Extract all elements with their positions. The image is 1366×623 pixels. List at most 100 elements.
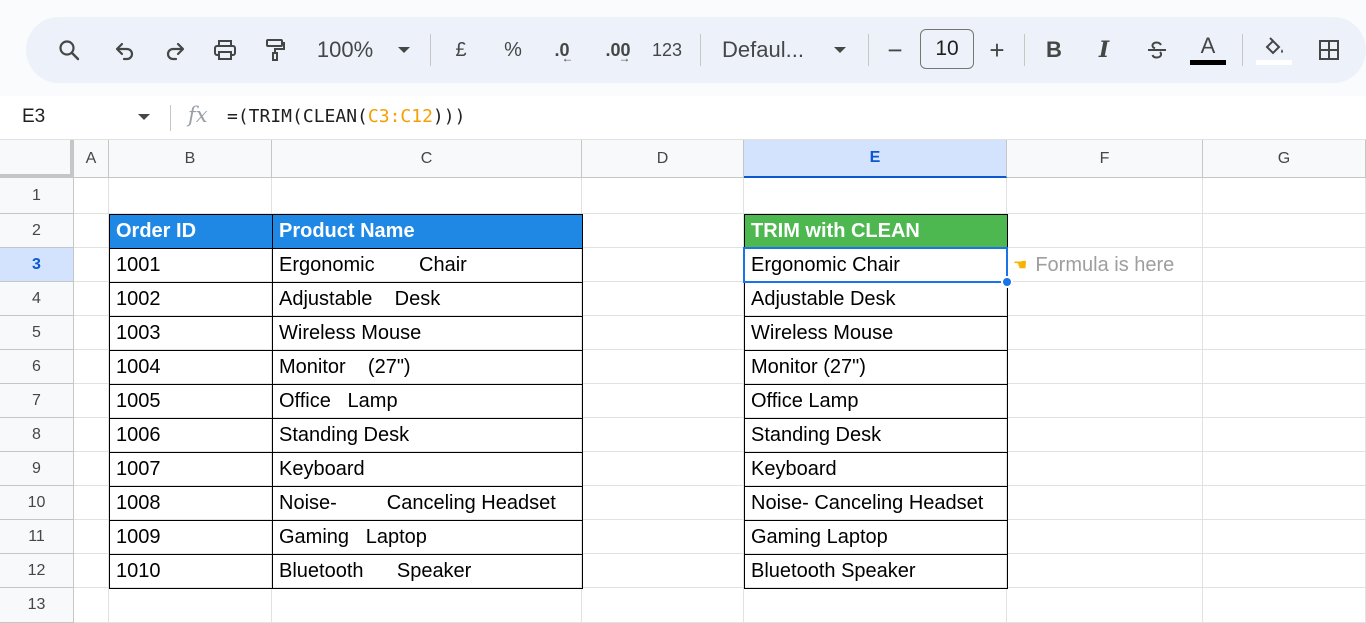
trim-clean-result-cell[interactable]: Adjustable Desk <box>744 282 1008 317</box>
product-name-cell[interactable]: Adjustable Desk <box>272 282 583 317</box>
row-header-6[interactable]: 6 <box>0 350 74 384</box>
order-id-cell[interactable]: 1005 <box>109 384 273 419</box>
product-name-cell[interactable]: Keyboard <box>272 452 583 487</box>
font-size-input[interactable]: 10 <box>920 29 974 69</box>
trim-clean-result-cell[interactable]: Keyboard <box>744 452 1008 487</box>
text-color-button[interactable]: A <box>1188 17 1228 83</box>
row-header-11[interactable]: 11 <box>0 520 74 554</box>
print-icon[interactable] <box>210 17 240 83</box>
trim-clean-result-cell[interactable]: Gaming Laptop <box>744 520 1008 555</box>
row-header-5[interactable]: 5 <box>0 316 74 350</box>
toolbar-divider <box>430 34 431 66</box>
order-id-cell[interactable]: 1007 <box>109 452 273 487</box>
search-icon[interactable] <box>54 17 84 83</box>
trim-clean-header-cell[interactable]: TRIM with CLEAN <box>744 214 1008 249</box>
row-header-10[interactable]: 10 <box>0 486 74 520</box>
order-id-cell[interactable]: 1004 <box>109 350 273 385</box>
currency-format-button[interactable]: £ <box>448 17 474 83</box>
paint-format-icon[interactable] <box>260 17 290 83</box>
strikethrough-icon[interactable] <box>1142 17 1172 83</box>
font-dropdown-icon[interactable] <box>830 17 850 83</box>
row-header-2[interactable]: 2 <box>0 214 74 248</box>
italic-button[interactable]: I <box>1092 17 1116 83</box>
order-id-cell[interactable]: 1006 <box>109 418 273 453</box>
toolbar-divider <box>1024 34 1025 66</box>
undo-icon[interactable] <box>110 17 140 83</box>
column-header-c[interactable]: C <box>272 140 582 178</box>
name-box[interactable]: E3 <box>22 106 45 128</box>
toolbar-divider <box>1242 34 1243 66</box>
row-header-7[interactable]: 7 <box>0 384 74 418</box>
table-header-cell[interactable]: Product Name <box>272 214 583 249</box>
bold-button[interactable]: B <box>1042 17 1066 83</box>
order-id-cell[interactable]: 1010 <box>109 554 273 589</box>
product-name-cell[interactable]: Noise- Canceling Headset <box>272 486 583 521</box>
trim-clean-result-cell[interactable]: Noise- Canceling Headset <box>744 486 1008 521</box>
product-name-cell[interactable]: Ergonomic Chair <box>272 248 583 283</box>
redo-icon[interactable] <box>160 17 190 83</box>
percent-format-button[interactable]: % <box>500 17 526 83</box>
column-header-d[interactable]: D <box>582 140 744 178</box>
column-header-e[interactable]: E <box>744 140 1007 178</box>
fill-handle[interactable] <box>1001 276 1013 288</box>
order-id-cell[interactable]: 1003 <box>109 316 273 351</box>
pointing-hand-icon: ☚ <box>1013 257 1028 274</box>
trim-clean-result-cell[interactable]: Monitor (27") <box>744 350 1008 385</box>
borders-icon[interactable] <box>1314 17 1344 83</box>
column-header-a[interactable]: A <box>74 140 109 178</box>
font-family-select[interactable]: Defaul... <box>722 17 812 83</box>
text-color-swatch <box>1190 60 1226 65</box>
order-id-cell[interactable]: 1009 <box>109 520 273 555</box>
product-name-cell[interactable]: Bluetooth Speaker <box>272 554 583 589</box>
product-name-cell[interactable]: Gaming Laptop <box>272 520 583 555</box>
fill-color-button[interactable] <box>1254 17 1294 83</box>
row-header-3[interactable]: 3 <box>0 248 74 282</box>
toolbar-divider <box>700 34 701 66</box>
formula-input[interactable]: =(TRIM(CLEAN(C3:C12))) <box>227 106 465 127</box>
product-name-cell[interactable]: Standing Desk <box>272 418 583 453</box>
trim-clean-result-cell[interactable]: Wireless Mouse <box>744 316 1008 351</box>
toolbar: 100% £ % .0 ← .00 → 123 Defaul... − 10 +… <box>26 17 1366 83</box>
formula-prefix: =(TRIM(CLEAN( <box>227 106 368 127</box>
fill-color-swatch <box>1256 59 1292 65</box>
order-id-cell[interactable]: 1001 <box>109 248 273 283</box>
arrow-right-icon: → <box>618 51 631 65</box>
formula-suffix: ))) <box>432 106 466 127</box>
product-name-cell[interactable]: Monitor (27") <box>272 350 583 385</box>
order-id-cell[interactable]: 1008 <box>109 486 273 521</box>
column-header-b[interactable]: B <box>109 140 272 178</box>
trim-clean-result-cell[interactable]: Standing Desk <box>744 418 1008 453</box>
formula-note: ☚ Formula is here <box>1013 248 1174 282</box>
trim-clean-result-cell[interactable]: Bluetooth Speaker <box>744 554 1008 589</box>
gridline-vertical <box>1202 178 1203 623</box>
product-name-cell[interactable]: Office Lamp <box>272 384 583 419</box>
name-box-dropdown-icon[interactable] <box>138 114 150 120</box>
row-header-12[interactable]: 12 <box>0 554 74 588</box>
order-id-cell[interactable]: 1002 <box>109 282 273 317</box>
formula-range-ref: C3:C12 <box>367 106 433 127</box>
column-header-f[interactable]: F <box>1007 140 1203 178</box>
row-header-8[interactable]: 8 <box>0 418 74 452</box>
spreadsheet-grid[interactable]: A B C D E F G 1 2 3 4 5 6 7 8 9 10 11 12 13 Order ID Product … <box>0 140 1366 623</box>
arrow-left-icon: ← <box>561 51 574 65</box>
row-header-13[interactable]: 13 <box>0 588 74 623</box>
formula-bar: E3 fx =(TRIM(CLEAN(C3:C12))) <box>0 96 1366 140</box>
decrease-decimal-button[interactable]: .0 ← <box>546 17 582 83</box>
decrease-font-size-button[interactable]: − <box>882 17 908 83</box>
product-name-cell[interactable]: Wireless Mouse <box>272 316 583 351</box>
toolbar-divider <box>868 34 869 66</box>
zoom-select[interactable]: 100% <box>311 17 379 83</box>
table-header-cell[interactable]: Order ID <box>109 214 273 249</box>
row-header-1[interactable]: 1 <box>0 178 74 214</box>
row-header-4[interactable]: 4 <box>0 282 74 316</box>
trim-clean-result-cell[interactable]: Office Lamp <box>744 384 1008 419</box>
increase-decimal-button[interactable]: .00 → <box>598 17 638 83</box>
trim-clean-result-cell[interactable]: Ergonomic Chair <box>744 248 1008 283</box>
row-header-9[interactable]: 9 <box>0 452 74 486</box>
select-all-corner[interactable] <box>0 140 74 178</box>
increase-font-size-button[interactable]: + <box>984 17 1010 83</box>
column-header-g[interactable]: G <box>1203 140 1366 178</box>
formula-bar-divider <box>170 105 171 131</box>
zoom-dropdown-icon[interactable] <box>394 17 414 83</box>
number-format-button[interactable]: 123 <box>648 17 686 83</box>
